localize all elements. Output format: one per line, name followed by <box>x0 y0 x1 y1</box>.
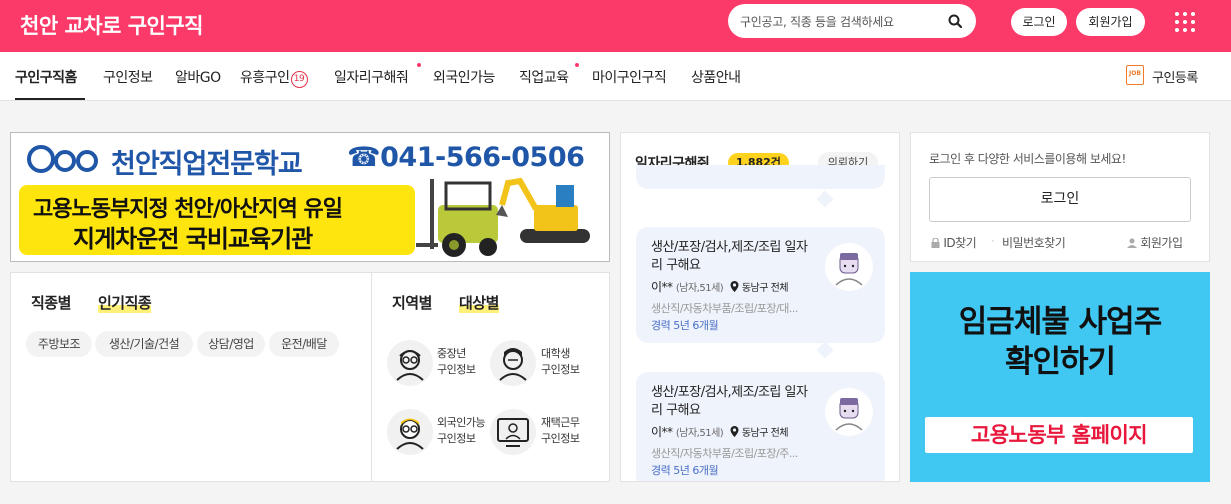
target-foreigner[interactable]: 외국인가능구인정보 <box>437 415 486 447</box>
forklift-image <box>416 177 590 257</box>
remote-work-icon[interactable] <box>490 409 536 455</box>
tab-popular-jobs[interactable]: 인기직종 <box>98 292 152 313</box>
card-detail: (남자,51세) <box>675 428 724 439</box>
school-banner[interactable]: 천안직업전문학교 ☎041-566-0506 고용노동부지정 천안/아산지역 유… <box>10 132 610 262</box>
link-separator: · <box>991 234 995 248</box>
card-person: 이** (남자,51세) 동남구 전체 <box>651 423 789 440</box>
join-link[interactable]: 회원가입 <box>1127 234 1183 251</box>
card-person: 이** (남자,51세) 동남구 전체 <box>651 278 789 295</box>
school-name: 천안직업전문학교 <box>111 149 303 180</box>
login-panel: 로그인 후 다양한 서비스를이용해 보세요! 로그인 ID찾기 · 비밀번호찾기… <box>910 132 1210 262</box>
login-button[interactable]: 로그인 <box>1011 8 1067 36</box>
nav-item-entertainment-label: 유흥구인 <box>240 70 290 86</box>
site-logo[interactable]: 천안 교차로 구인구직 <box>20 10 204 40</box>
register-job-link[interactable]: 구인등록 <box>1152 67 1198 86</box>
card-experience: 경력 5년 6개월 <box>651 319 719 332</box>
active-tab-underline <box>15 98 85 100</box>
login-message: 로그인 후 다양한 서비스를이용해 보세요! <box>929 152 1126 166</box>
chip-sales[interactable]: 상담/영업 <box>197 331 265 357</box>
tab-target[interactable]: 대상별 <box>459 292 499 313</box>
main-nav: 구인구직홈 구인정보 알바GO 유흥구인 19 일자리구해줘 외국인가능 직업교육… <box>0 52 1231 101</box>
search-icon[interactable] <box>948 14 962 28</box>
card-notch <box>816 190 834 208</box>
nav-item-job-info[interactable]: 구인정보 <box>103 67 153 87</box>
top-bar: 천안 교차로 구인구직 구인공고, 직종 등을 검색하세요 로그인 회원가입 <box>0 0 1231 52</box>
lock-icon <box>931 237 940 248</box>
card-tags: 생산직/자동차부품/조립/포장/주... <box>651 447 798 460</box>
target-line-1: 재택근무 <box>541 416 580 429</box>
middle-aged-icon[interactable] <box>387 340 433 386</box>
person-avatar-icon <box>825 243 873 291</box>
school-phone: ☎041-566-0506 <box>347 142 585 173</box>
target-remote[interactable]: 재택근무구인정보 <box>541 415 580 447</box>
join-label: 회원가입 <box>1140 236 1183 250</box>
age-19-badge: 19 <box>290 71 308 88</box>
card-name: 이** <box>651 425 673 439</box>
tab-region[interactable]: 지역별 <box>392 292 432 313</box>
card-experience: 경력 5년 6개월 <box>651 464 719 477</box>
target-line-1: 중장년 <box>437 347 466 360</box>
find-password-link[interactable]: 비밀번호찾기 <box>1002 234 1066 251</box>
ad-link-button[interactable]: 고용노동부 홈페이지 <box>925 417 1193 453</box>
person-icon <box>1127 238 1137 248</box>
target-student[interactable]: 대학생구인정보 <box>541 346 580 378</box>
nav-item-products[interactable]: 상품안내 <box>691 67 741 87</box>
nav-item-foreigner[interactable]: 외국인가능 <box>433 67 495 87</box>
card-tags: 생산직/자동차부품/조립/포장/대... <box>651 302 798 315</box>
nav-item-education[interactable]: 직업교육 <box>519 67 569 87</box>
nav-item-entertainment[interactable]: 유흥구인 19 <box>240 67 308 88</box>
student-icon[interactable] <box>490 340 536 386</box>
search-input[interactable]: 구인공고, 직종 등을 검색하세요 <box>740 13 894 30</box>
location-icon <box>730 281 739 292</box>
card-name: 이** <box>651 280 673 294</box>
nav-item-job-requests[interactable]: 일자리구해줘 <box>334 67 409 87</box>
all-menu-icon[interactable] <box>1175 12 1195 32</box>
nav-item-albago[interactable]: 알바GO <box>175 67 221 87</box>
school-logo-icon <box>27 145 98 173</box>
chip-production[interactable]: 생산/기술/건설 <box>95 331 193 357</box>
target-middle-aged[interactable]: 중장년구인정보 <box>437 346 476 378</box>
target-line-2: 구인정보 <box>437 363 476 376</box>
ad-headline: 임금체불 사업주확인하기 <box>930 302 1190 382</box>
wage-arrears-ad[interactable]: 임금체불 사업주확인하기 고용노동부 홈페이지 <box>910 272 1210 482</box>
login-panel-button[interactable]: 로그인 <box>929 177 1191 222</box>
location-icon <box>730 426 739 437</box>
person-avatar-icon <box>825 388 873 436</box>
tab-job-type[interactable]: 직종별 <box>31 292 71 313</box>
target-line-2: 구인정보 <box>437 432 476 445</box>
new-dot <box>575 63 579 67</box>
search-box[interactable]: 구인공고, 직종 등을 검색하세요 <box>728 4 976 38</box>
card-title: 생산/포장/검사,제조/조립 일자리 구해요 <box>651 385 808 418</box>
category-divider <box>371 273 372 481</box>
nav-item-home[interactable]: 구인구직홈 <box>15 67 77 87</box>
ad-line-2: 확인하기 <box>1004 344 1116 380</box>
job-request-card[interactable]: 생산/포장/검사,제조/조립 일자리 구해요 이** (남자,51세) 동남구 … <box>636 227 885 343</box>
card-detail: (남자,51세) <box>675 283 724 294</box>
target-line-1: 대학생 <box>541 347 570 360</box>
job-requests-panel: 일자리구해줘 1,882건 의뢰하기 생산/포장/검사,제조/조립 일자리 구해… <box>620 132 900 482</box>
job-register-icon[interactable]: JOB <box>1126 65 1144 85</box>
job-request-card[interactable]: 생산/포장/검사,제조/조립 일자리 구해요 이** (남자,51세) 동남구 … <box>636 372 885 481</box>
nav-item-my-page[interactable]: 마이구인구직 <box>592 67 667 87</box>
foreigner-icon[interactable] <box>387 409 433 455</box>
card-location: 동남구 전체 <box>741 283 789 294</box>
target-line-2: 구인정보 <box>541 432 580 445</box>
ad-line-1: 임금체불 사업주 <box>958 304 1162 340</box>
banner-line-2: 지게차운전 국비교육기관 <box>73 225 313 253</box>
chip-kitchen[interactable]: 주방보조 <box>26 331 92 357</box>
chip-delivery[interactable]: 운전/배달 <box>269 331 339 357</box>
target-line-1: 외국인가능 <box>437 416 486 429</box>
card-title: 생산/포장/검사,제조/조립 일자리 구해요 <box>651 240 808 273</box>
card-notch <box>816 341 834 359</box>
join-button[interactable]: 회원가입 <box>1076 8 1145 36</box>
card-location: 동남구 전체 <box>741 428 789 439</box>
target-line-2: 구인정보 <box>541 363 580 376</box>
find-id-link[interactable]: ID찾기 <box>931 234 977 251</box>
find-id-label: ID찾기 <box>943 236 977 250</box>
previous-card-fragment <box>636 165 885 189</box>
new-dot <box>417 63 421 67</box>
